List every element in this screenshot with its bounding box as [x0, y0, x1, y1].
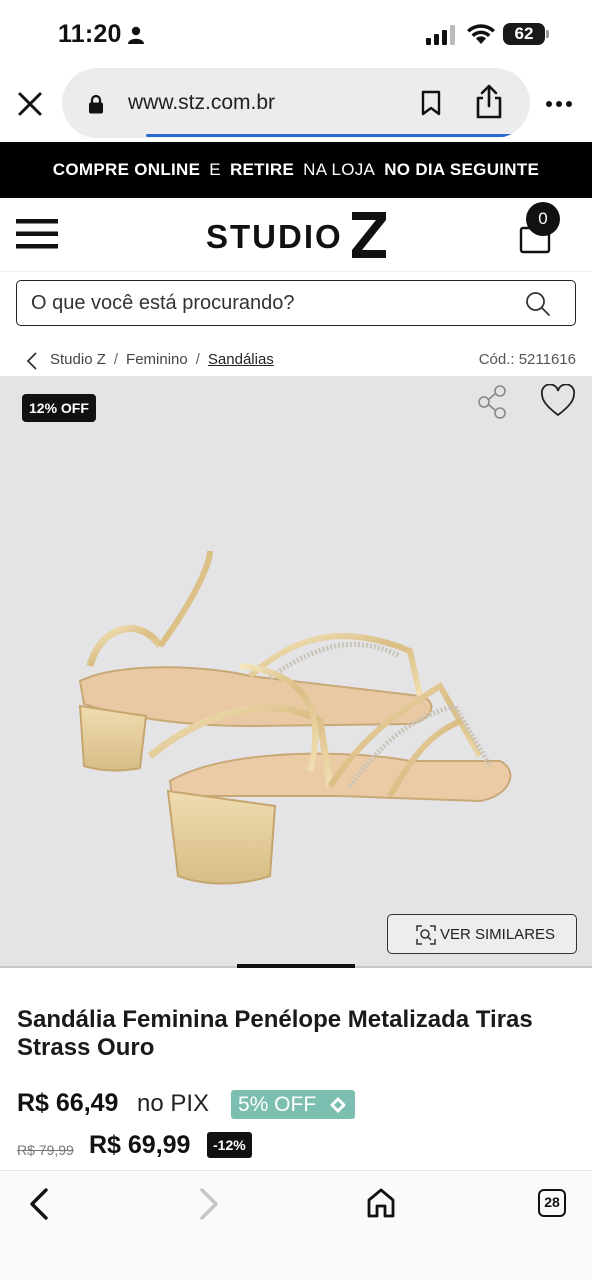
wifi-icon: [467, 24, 495, 44]
pix-discount-label: 5% OFF: [238, 1093, 317, 1116]
lock-icon: [89, 94, 103, 114]
pix-price: R$ 66,49: [17, 1089, 119, 1117]
pix-icon: [330, 1097, 346, 1113]
status-bar: 11:20 62: [0, 0, 592, 68]
status-time: 11:20: [58, 20, 122, 48]
banner-text-4: NA LOJA: [303, 160, 376, 179]
breadcrumb-sandalias[interactable]: Sandálias: [208, 351, 274, 368]
breadcrumb-separator: /: [113, 351, 119, 368]
search-box[interactable]: [16, 280, 576, 326]
search-input[interactable]: [31, 289, 511, 317]
chevron-left-icon[interactable]: [26, 352, 38, 370]
breadcrumb-separator: /: [195, 351, 200, 368]
banner-text-2: E: [209, 160, 221, 179]
heart-icon[interactable]: [540, 384, 576, 418]
share-icon[interactable]: [474, 84, 504, 120]
back-arrow-icon[interactable]: [26, 1187, 52, 1221]
person-icon: [128, 26, 144, 44]
product-title: Sandália Feminina Penélope Metalizada Ti…: [17, 1006, 533, 1061]
pix-discount-badge: 5% OFF: [231, 1090, 355, 1119]
studio-z-logo[interactable]: STUDIO: [206, 210, 388, 262]
old-price: R$ 79,99: [17, 1142, 74, 1158]
battery-indicator: 62: [503, 23, 545, 45]
price-discount-badge: -12%: [207, 1132, 252, 1158]
current-price: R$ 69,99: [89, 1131, 191, 1159]
sandal-product-image: [78, 550, 512, 885]
home-icon[interactable]: [366, 1187, 396, 1219]
tabs-count-button[interactable]: 28: [538, 1189, 566, 1217]
pix-label: no PIX: [137, 1090, 210, 1117]
breadcrumb-studio-z[interactable]: Studio Z: [50, 351, 106, 368]
hamburger-menu-icon[interactable]: [16, 218, 58, 250]
site-header: STUDIO 0: [0, 198, 592, 272]
promo-banner[interactable]: COMPRE ONLINE E RETIRE NA LOJA NO DIA SE…: [0, 142, 592, 198]
svg-text:STUDIO: STUDIO: [206, 218, 343, 255]
cart-count-badge[interactable]: 0: [526, 202, 560, 236]
product-code: Cód.: 5211616: [478, 351, 576, 368]
load-progress-bar: [146, 134, 530, 137]
view-similar-label: VER SIMILARES: [440, 926, 556, 943]
breadcrumb-feminino[interactable]: Feminino: [126, 351, 188, 368]
visual-search-icon: [416, 925, 436, 945]
product-image-gallery[interactable]: 12% OFF VER SIMILARES: [0, 376, 592, 966]
browser-bar: www.stz.com.br: [0, 68, 592, 142]
gallery-pagination-thumb[interactable]: [237, 964, 355, 968]
forward-arrow-icon[interactable]: [196, 1187, 222, 1221]
discount-badge: 12% OFF: [22, 394, 96, 422]
url-text[interactable]: www.stz.com.br: [128, 91, 275, 115]
view-similar-button[interactable]: VER SIMILARES: [387, 914, 577, 954]
signal-icon: [426, 25, 455, 45]
breadcrumb: Studio Z / Feminino / Sandálias Cód.: 521161…: [26, 350, 576, 372]
search-icon[interactable]: [525, 291, 551, 317]
battery-nub: [546, 30, 549, 38]
bookmark-icon[interactable]: [420, 90, 442, 116]
banner-text-5: NO DIA SEGUINTE: [384, 160, 540, 179]
banner-text-1: COMPRE ONLINE: [52, 160, 201, 179]
address-bar[interactable]: www.stz.com.br: [62, 68, 530, 138]
close-icon[interactable]: [16, 90, 44, 118]
banner-text-3: RETIRE: [229, 160, 295, 179]
share-network-icon[interactable]: [476, 384, 510, 420]
more-options-icon[interactable]: [545, 100, 573, 108]
browser-toolbar: 28: [0, 1170, 592, 1280]
